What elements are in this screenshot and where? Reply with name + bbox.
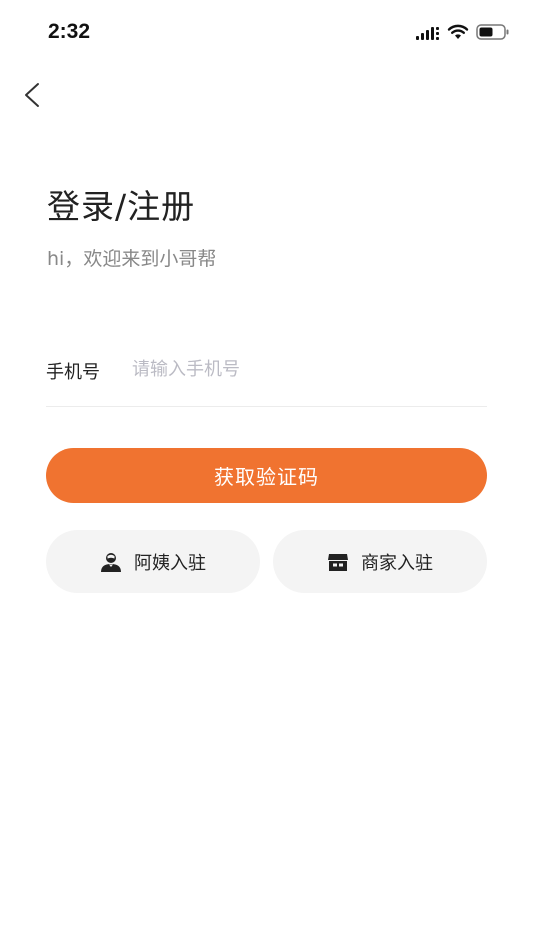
status-bar: 2:32 (0, 0, 534, 66)
status-icons (416, 24, 510, 44)
merchant-join-button[interactable]: 商家入驻 (273, 530, 487, 593)
welcome-subtitle: hi，欢迎来到小哥帮 (47, 248, 217, 270)
phone-input[interactable] (132, 356, 462, 382)
back-button[interactable] (18, 80, 48, 110)
battery-icon (476, 24, 510, 44)
get-verification-code-button[interactable]: 获取验证码 (46, 448, 487, 503)
merchant-join-label: 商家入驻 (361, 552, 433, 574)
phone-label: 手机号 (46, 362, 100, 383)
auntie-join-button[interactable]: 阿姨入驻 (46, 530, 260, 593)
wifi-icon (447, 24, 469, 44)
auntie-join-label: 阿姨入驻 (134, 552, 206, 574)
person-icon (100, 551, 122, 573)
status-time: 2:32 (48, 20, 91, 43)
chevron-left-icon (18, 83, 48, 114)
store-icon (327, 551, 349, 573)
cellular-signal-icon (416, 25, 440, 44)
get-code-label: 获取验证码 (214, 465, 319, 489)
page-title: 登录/注册 (47, 187, 196, 226)
phone-field-row: 手机号 (46, 348, 487, 407)
